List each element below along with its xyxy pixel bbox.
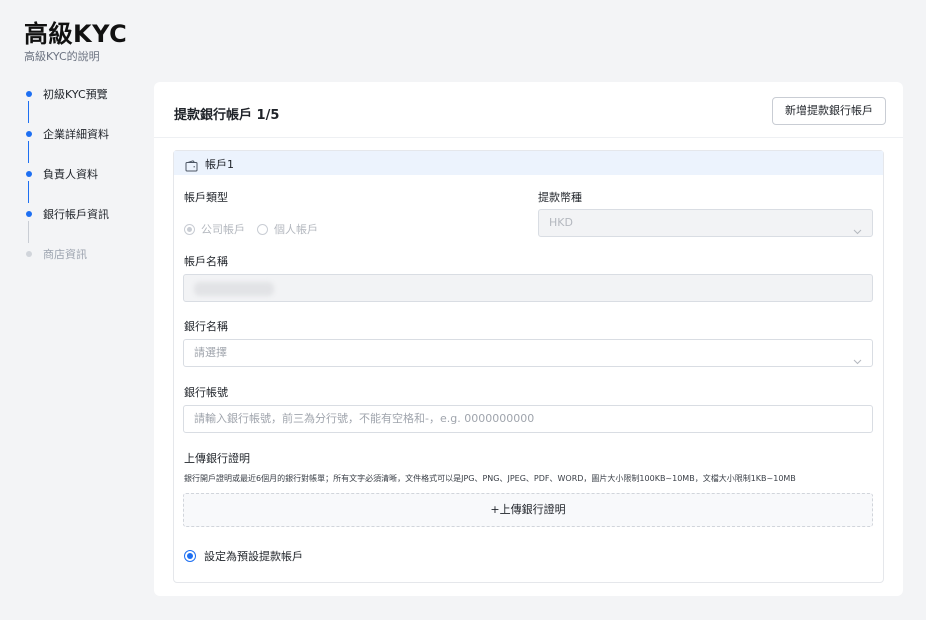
- step-item-bank-account[interactable]: 銀行帳戶資訊: [26, 204, 146, 244]
- bank-account-card: 提款銀行帳戶 1/5 新增提款銀行帳戶 帳戶1 帳戶類型 公司帳戶 個人帳戶 提…: [154, 82, 903, 596]
- account-type-label: 帳戶類型: [184, 191, 228, 204]
- account-panel: 帳戶1 帳戶類型 公司帳戶 個人帳戶 提款幣種 HKD 帳戶名稱 銀行名稱 請選…: [173, 150, 884, 583]
- account-type-radio-group: 公司帳戶 個人帳戶: [184, 221, 330, 237]
- radio-default-account[interactable]: [184, 550, 196, 562]
- card-title: 提款銀行帳戶 1/5: [174, 108, 280, 123]
- card-header: 提款銀行帳戶 1/5 新增提款銀行帳戶: [154, 82, 903, 138]
- step-item-company-details[interactable]: 企業詳細資料: [26, 124, 146, 164]
- radio-company-account[interactable]: [184, 223, 195, 235]
- step-dot: [26, 251, 32, 257]
- page-subtitle: 高級KYC的說明: [24, 50, 100, 63]
- step-label: 商店資訊: [43, 248, 87, 261]
- step-item-basic-kyc[interactable]: 初級KYC預覽: [26, 84, 146, 124]
- currency-label: 提款幣種: [538, 191, 582, 204]
- radio-company-label: 公司帳戶: [201, 223, 245, 236]
- account-name-field[interactable]: [183, 274, 873, 302]
- account-header: 帳戶1: [174, 151, 883, 175]
- radio-personal-label: 個人帳戶: [274, 223, 318, 236]
- bank-number-placeholder: 請輸入銀行帳號，前三為分行號，不能有空格和-，e.g. 0000000000: [194, 412, 535, 425]
- upload-proof-label: 上傳銀行證明: [184, 452, 250, 465]
- step-label: 負責人資料: [43, 168, 98, 181]
- bank-number-label: 銀行帳號: [184, 386, 228, 399]
- step-connector: [28, 101, 29, 123]
- step-dot: [26, 211, 32, 217]
- step-dot: [26, 171, 32, 177]
- currency-select[interactable]: HKD: [538, 209, 873, 237]
- account-label: 帳戶1: [205, 158, 234, 171]
- wallet-icon: [185, 157, 198, 176]
- add-bank-account-button[interactable]: 新增提款銀行帳戶: [772, 97, 886, 125]
- step-item-responsible-person[interactable]: 負責人資料: [26, 164, 146, 204]
- default-account-label: 設定為預設提款帳戶: [204, 550, 303, 563]
- step-dot: [26, 131, 32, 137]
- bank-number-input[interactable]: 請輸入銀行帳號，前三為分行號，不能有空格和-，e.g. 0000000000: [183, 405, 873, 433]
- step-connector: [28, 221, 29, 243]
- chevron-down-icon: [853, 219, 862, 245]
- step-dot: [26, 91, 32, 97]
- step-label: 銀行帳戶資訊: [43, 208, 109, 221]
- bank-name-placeholder: 請選擇: [194, 346, 227, 359]
- page-title: 高級KYC: [24, 20, 128, 48]
- default-account-option[interactable]: 設定為預設提款帳戶: [184, 548, 303, 564]
- upload-proof-button[interactable]: +上傳銀行證明: [183, 493, 873, 527]
- bank-name-label: 銀行名稱: [184, 320, 228, 333]
- step-label: 初級KYC預覽: [43, 88, 108, 101]
- upload-hint: 銀行開戶證明或最近6個月的銀行對帳單；所有文字必須清晰，文件格式可以是JPG、P…: [184, 474, 796, 483]
- account-name-label: 帳戶名稱: [184, 255, 228, 268]
- step-connector: [28, 141, 29, 163]
- step-label: 企業詳細資料: [43, 128, 109, 141]
- chevron-down-icon: [853, 349, 862, 375]
- bank-name-select[interactable]: 請選擇: [183, 339, 873, 367]
- step-navigation: 初級KYC預覽 企業詳細資料 負責人資料 銀行帳戶資訊 商店資訊: [26, 84, 146, 284]
- step-item-store-info[interactable]: 商店資訊: [26, 244, 146, 284]
- redacted-value: [194, 282, 274, 296]
- step-connector: [28, 181, 29, 203]
- currency-value: HKD: [549, 216, 573, 229]
- radio-personal-account[interactable]: [257, 223, 268, 235]
